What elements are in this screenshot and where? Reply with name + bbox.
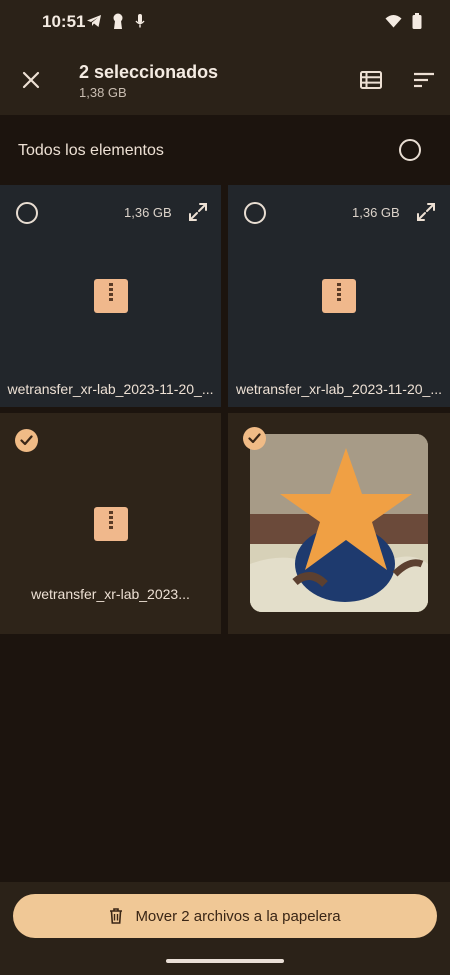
telegram-icon <box>87 15 101 27</box>
sort-button[interactable] <box>408 64 440 96</box>
photo-content <box>250 434 428 612</box>
zip-file-icon <box>322 279 356 313</box>
zip-file-icon <box>94 279 128 313</box>
select-all-row[interactable]: Todos los elementos <box>0 115 450 185</box>
zip-file-icon <box>94 507 128 541</box>
select-all-radio[interactable] <box>399 139 421 161</box>
app-bar: 2 seleccionados 1,38 GB <box>0 44 450 115</box>
sort-icon <box>414 72 434 88</box>
move-to-trash-button[interactable]: Mover 2 archivos a la papelera <box>13 894 437 938</box>
file-card[interactable]: 1,36 GB wetransfer_xr-lab_2023-11-20_... <box>228 185 450 407</box>
status-bar: 10:51 <box>0 0 450 44</box>
file-card[interactable]: 1,36 GB wetransfer_xr-lab_2023-11-20_... <box>0 185 221 407</box>
check-icon <box>248 433 261 444</box>
mic-icon <box>135 14 145 28</box>
expand-icon[interactable] <box>186 200 210 224</box>
selected-check[interactable] <box>15 429 38 452</box>
move-to-trash-label: Mover 2 archivos a la papelera <box>135 907 341 925</box>
home-indicator[interactable] <box>166 959 284 963</box>
page-title: 2 seleccionados <box>79 62 219 82</box>
bottom-action-bar: Mover 2 archivos a la papelera <box>0 882 450 975</box>
close-icon <box>22 71 40 89</box>
card-select-radio[interactable] <box>16 202 38 224</box>
check-icon <box>20 435 33 446</box>
select-all-label: Todos los elementos <box>18 142 164 159</box>
status-icons-right <box>385 13 422 29</box>
wifi-icon <box>385 15 402 28</box>
selection-size: 1,38 GB <box>79 85 127 100</box>
file-name: wetransfer_xr-lab_2023-11-20_... <box>236 381 442 397</box>
list-view-button[interactable] <box>355 64 387 96</box>
status-icons-left <box>86 13 146 29</box>
selected-check[interactable] <box>243 427 266 450</box>
keyhole-icon <box>113 13 123 29</box>
close-button[interactable] <box>14 63 48 97</box>
battery-icon <box>412 13 422 29</box>
file-card[interactable]: wetransfer_xr-lab_2023... <box>0 413 221 634</box>
file-name: wetransfer_xr-lab_2023-11-20_... <box>7 381 214 397</box>
header: 10:51 2 seleccionados 1,38 GB <box>0 0 450 115</box>
image-thumbnail <box>250 434 428 612</box>
list-view-icon <box>360 71 382 89</box>
file-size: 1,36 GB <box>352 205 400 220</box>
trash-icon <box>110 908 123 924</box>
status-time: 10:51 <box>42 12 86 31</box>
card-select-radio[interactable] <box>244 202 266 224</box>
file-name: wetransfer_xr-lab_2023... <box>31 586 190 602</box>
expand-icon[interactable] <box>414 200 438 224</box>
file-size: 1,36 GB <box>124 205 172 220</box>
